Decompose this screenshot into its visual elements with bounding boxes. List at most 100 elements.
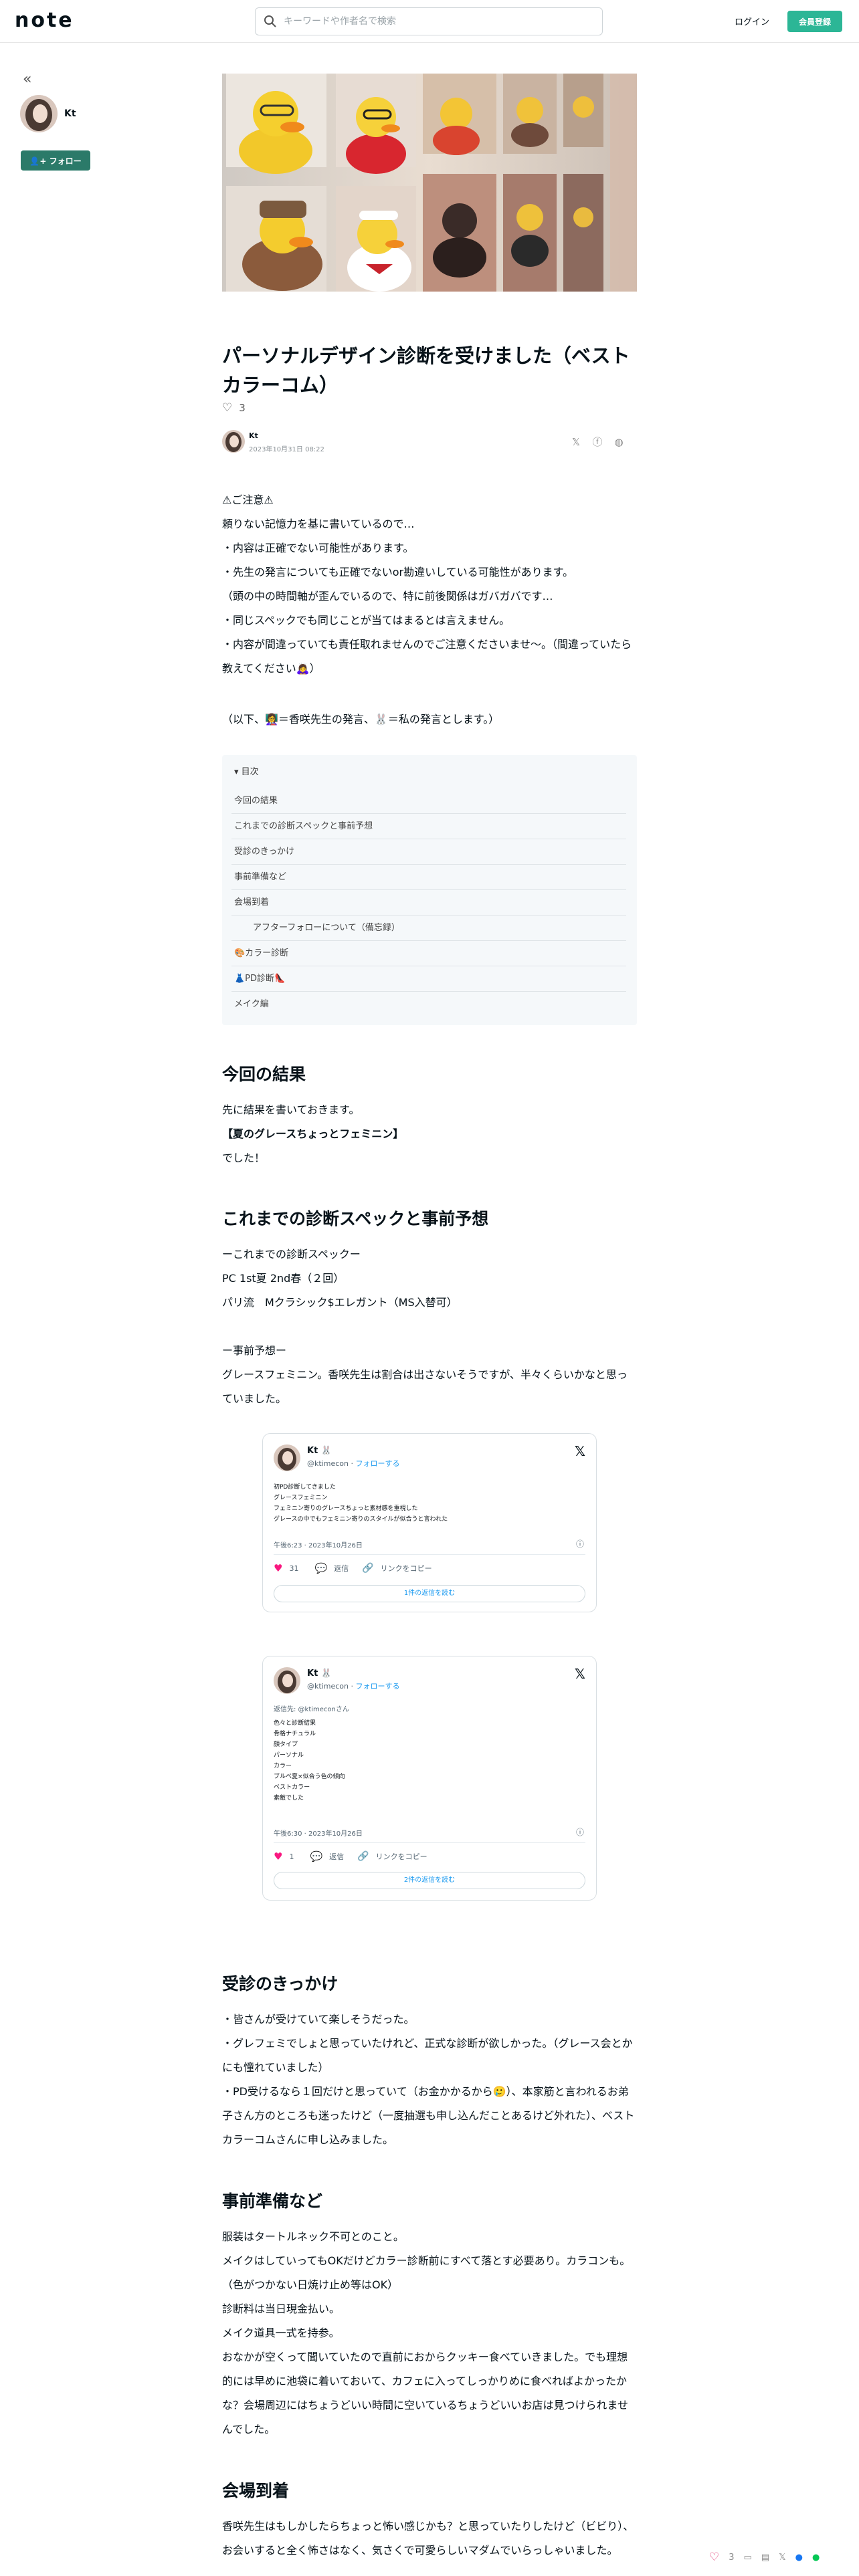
tweet-read-replies-button[interactable]: 1件の返信を読む: [274, 1585, 585, 1602]
tweet-follow-link[interactable]: フォローする: [355, 1459, 399, 1468]
floating-action-bar: ♡ 3 ▭ ▤ 𝕏 ● ●: [709, 2551, 820, 2564]
tweet-divider: [274, 1842, 585, 1843]
tweet-line: 初PD診断してきました: [274, 1484, 336, 1491]
section-body: 服装はタートルネック不可とのこと。 メイクはしていってもOKだけどカラー診断前に…: [222, 2225, 637, 2442]
tweet-follow-link[interactable]: フォローする: [355, 1682, 399, 1691]
tweet-time[interactable]: 午後6:30 · 2023年10月26日: [274, 1828, 363, 1838]
tweet-time[interactable]: 午後6:23 · 2023年10月26日: [274, 1539, 363, 1549]
tweet-reply-icon[interactable]: 💬: [310, 1850, 322, 1862]
toc-item[interactable]: アフターフォローについて（備忘録）: [231, 916, 626, 941]
site-header: note ログイン 会員登録: [0, 0, 859, 43]
toc-item[interactable]: 👗PD診断👠: [231, 966, 626, 992]
byline-name[interactable]: Kt: [249, 431, 258, 440]
x-share-icon[interactable]: 𝕏: [570, 436, 582, 448]
heart-icon[interactable]: ♡: [222, 401, 232, 415]
notice-block: ⚠ご注意⚠ 頼りない記憶力を基に書いているので… ・内容は正確でない可能性があり…: [222, 488, 637, 681]
tweet-like-count: 31: [289, 1564, 299, 1573]
info-icon[interactable]: ⓘ: [576, 1538, 584, 1549]
toc-item[interactable]: メイク編: [231, 992, 626, 1017]
table-of-contents: ▾ 目次 今回の結果 これまでの診断スペックと事前予想 受診のきっかけ 事前準備…: [222, 755, 637, 1025]
tweet-line: グレースフェミニン: [274, 1495, 328, 1501]
tweet-copy-link-label[interactable]: リンクをコピー: [381, 1563, 432, 1574]
share-icons: 𝕏 ⓕ ◍: [570, 436, 625, 448]
link-icon[interactable]: 🔗: [357, 1851, 369, 1862]
notice-line: ・先生の発言についても正確でないor勘違いしている可能性があります。: [222, 566, 574, 578]
x-logo-icon[interactable]: 𝕏: [575, 1666, 585, 1682]
tweet-handle: @ktimecon · フォローする: [307, 1682, 400, 1691]
facebook-share-icon[interactable]: ⓕ: [591, 436, 603, 448]
tweet-line: グレースの中でもフェミニン寄りのスタイルが似合うと言われた: [274, 1516, 448, 1523]
notice-line: （頭の中の時間軸が歪んでいるので、特に前後関係はガバガバです…: [222, 590, 553, 603]
x-share-icon[interactable]: 𝕏: [779, 2553, 785, 2563]
embedded-tweet[interactable]: Kt 🐰 @ktimecon · フォローする 𝕏 初PD診断してきました グレ…: [262, 1433, 597, 1612]
magazine-add-icon[interactable]: ▤: [761, 2553, 769, 2563]
like-area[interactable]: ♡ 3: [222, 401, 246, 415]
embedded-tweet[interactable]: Kt 🐰 @ktimecon · フォローする 𝕏 返信先: @ktimecon…: [262, 1656, 597, 1901]
byline-avatar[interactable]: [222, 430, 245, 453]
collapse-sidebar-icon[interactable]: «: [23, 72, 31, 87]
tweet-author-name[interactable]: Kt 🐰: [307, 1669, 332, 1679]
toc-item[interactable]: これまでの診断スペックと事前予想: [231, 814, 626, 839]
toc-item[interactable]: 会場到着: [231, 890, 626, 916]
heart-icon[interactable]: ♡: [709, 2551, 719, 2564]
search-input[interactable]: [284, 12, 591, 31]
toc-heading[interactable]: ▾ 目次: [234, 764, 259, 777]
tweet-reply-icon[interactable]: 💬: [314, 1562, 327, 1574]
section-heading: 会場到着: [222, 2481, 290, 2500]
body-line: メイク道具一式を持参。: [222, 2327, 340, 2339]
body-line: 【夏のグレースちょっとフェミニン】: [222, 1128, 404, 1140]
login-link[interactable]: ログイン: [735, 15, 769, 27]
facebook-share-icon[interactable]: ●: [795, 2553, 803, 2563]
line-share-icon[interactable]: ◍: [613, 436, 625, 448]
section-body: 先に結果を書いておきます。 【夏のグレースちょっとフェミニン】 でした！: [222, 1098, 637, 1170]
section-heading: これまでの診断スペックと事前予想: [222, 1209, 489, 1228]
body-line: でした！: [222, 1152, 266, 1164]
notice-line: ・内容は正確でない可能性があります。: [222, 542, 414, 554]
tweet-divider: [274, 1554, 585, 1555]
x-logo-icon[interactable]: 𝕏: [575, 1443, 585, 1459]
search-box[interactable]: [255, 7, 603, 35]
toc-item[interactable]: 今回の結果: [231, 788, 626, 814]
tweet-author-name[interactable]: Kt 🐰: [307, 1446, 332, 1456]
tweet-read-replies-button[interactable]: 2件の返信を読む: [274, 1872, 585, 1889]
tweet-line: 骨格ナチュラル: [274, 1731, 316, 1737]
notice-line: ・同じスペックでも同じことが当てはまるとは言えません。: [222, 614, 510, 627]
info-icon[interactable]: ⓘ: [576, 1826, 584, 1838]
tweet-copy-link-label[interactable]: リンクをコピー: [376, 1851, 427, 1862]
body-line: 服装はタートルネック不可とのこと。: [222, 2230, 404, 2243]
tweet-reply-label[interactable]: 返信: [334, 1563, 349, 1574]
body-line: ・グレフェミでしょと思っていたけれど、正式な診断が欲しかった。（グレース会とかに…: [222, 2037, 633, 2074]
line-share-icon[interactable]: ●: [812, 2553, 820, 2563]
signup-button[interactable]: 会員登録: [787, 11, 842, 32]
section-heading: 受診のきっかけ: [222, 1974, 339, 1994]
tweet-line: パーソナル: [274, 1752, 304, 1759]
body-line: グレースフェミニン。香咲先生は割合は出さないそうですが、半々くらいかなと思ってい…: [222, 1368, 628, 1405]
toc-item[interactable]: 事前準備など: [231, 865, 626, 890]
body-line: ー事前予想ー: [222, 1344, 287, 1357]
tweet-line: 素敵でした: [274, 1795, 304, 1802]
tweet-like-icon[interactable]: ♥: [274, 1850, 282, 1862]
author-name[interactable]: Kt: [64, 108, 76, 119]
add-user-icon: 👤+: [29, 156, 47, 166]
body-line: [222, 1315, 637, 1339]
body-line: ・PD受けるなら１回だけと思っていて（お金かかるから🥲）、本家筋と言われるお弟子…: [222, 2085, 635, 2146]
tweet-like-count: 1: [289, 1852, 294, 1861]
comment-icon[interactable]: ▭: [744, 2553, 752, 2563]
tweet-avatar[interactable]: [274, 1444, 300, 1471]
follow-button[interactable]: 👤+ フォロー: [21, 150, 90, 171]
tweet-line: カラー: [274, 1763, 292, 1769]
tweet-avatar[interactable]: [274, 1667, 300, 1694]
body-line: PC 1st夏 2nd春（２回）: [222, 1272, 345, 1285]
author-avatar[interactable]: [20, 95, 58, 132]
link-icon[interactable]: 🔗: [362, 1563, 373, 1574]
tweet-like-icon[interactable]: ♥: [274, 1562, 282, 1574]
tweet-reply-to[interactable]: 返信先: @ktimeconさん: [274, 1705, 349, 1715]
body-line: 先に結果を書いておきます。: [222, 1103, 360, 1116]
note-logo[interactable]: note: [15, 9, 74, 32]
legend-line: （以下、👩‍🏫＝香咲先生の発言、🐰＝私の発言とします。）: [222, 713, 500, 726]
tweet-reply-label[interactable]: 返信: [329, 1851, 344, 1862]
section-heading: 今回の結果: [222, 1065, 306, 1084]
toc-item[interactable]: 受診のきっかけ: [231, 839, 626, 865]
toc-item[interactable]: 🎨カラー診断: [231, 941, 626, 966]
section-body: ーこれまでの診断スペックー PC 1st夏 2nd春（２回） パリ流 Mクラシッ…: [222, 1243, 637, 1411]
